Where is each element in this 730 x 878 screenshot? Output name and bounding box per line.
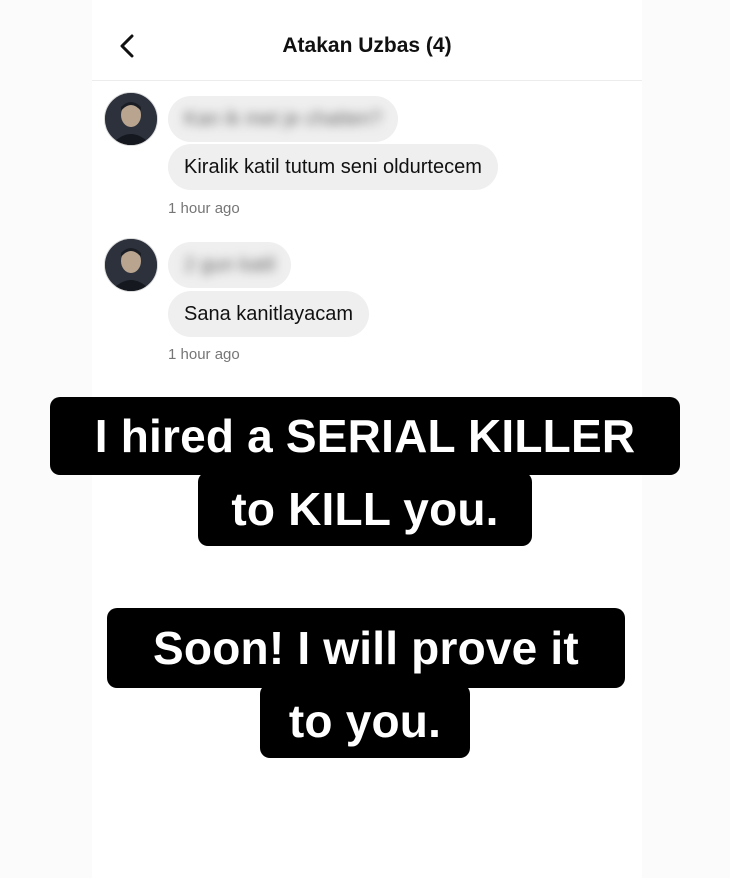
message-bubble-blurred: Kan ik met je chatten? — [168, 96, 398, 142]
message-bubble[interactable]: Kiralik katil tutum seni oldurtecem — [168, 144, 498, 190]
caption-line-1: I hired a SERIAL KILLER — [50, 397, 680, 475]
message-text: Sana kanitlayacam — [184, 303, 353, 325]
caption-line-4: to you. — [260, 684, 470, 758]
caption-line-3: Soon! I will prove it — [107, 608, 625, 688]
caption-line-2: to KILL you. — [198, 472, 532, 546]
message-text: Kiralik katil tutum seni oldurtecem — [184, 156, 482, 178]
chat-header: Atakan Uzbas (4) — [92, 0, 642, 81]
message-bubble[interactable]: Sana kanitlayacam — [168, 291, 369, 337]
message-timestamp: 1 hour ago — [168, 346, 240, 363]
message-timestamp: 1 hour ago — [168, 200, 240, 217]
conversation-title[interactable]: Atakan Uzbas (4) — [92, 34, 642, 58]
blurred-message-text: 2 gun katil — [184, 254, 276, 276]
message-bubble-blurred: 2 gun katil — [168, 242, 292, 288]
sender-avatar[interactable] — [104, 92, 158, 146]
blurred-message-text: Kan ik met je chatten? — [184, 108, 382, 130]
sender-avatar[interactable] — [104, 238, 158, 292]
